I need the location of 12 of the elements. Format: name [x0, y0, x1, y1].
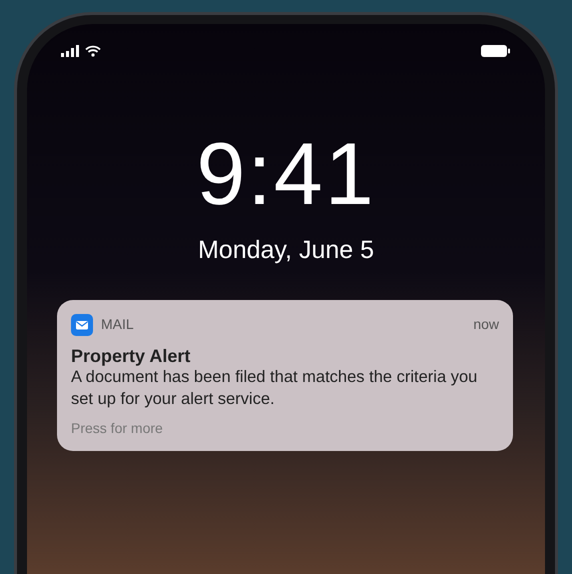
notification-time: now: [473, 315, 499, 334]
clock-time: 9:41: [195, 130, 377, 218]
press-hint: Press for more: [71, 418, 164, 438]
notification-card[interactable]: MAIL now Property Alert A document has been filed that matches the criteria you set up for your alert service. Press for more: [57, 300, 513, 451]
app-name: MAIL: [101, 315, 134, 334]
wifi-icon: [85, 45, 101, 57]
signal-icon: [61, 45, 81, 57]
mail-app-icon: [71, 314, 93, 336]
notification-title: Property Alert: [71, 346, 192, 368]
notification-body: A document has been filed that matches the criteria you set up for your alert service.: [71, 367, 478, 410]
battery-icon: [481, 44, 511, 58]
date-label: Monday, June 5: [198, 235, 374, 266]
